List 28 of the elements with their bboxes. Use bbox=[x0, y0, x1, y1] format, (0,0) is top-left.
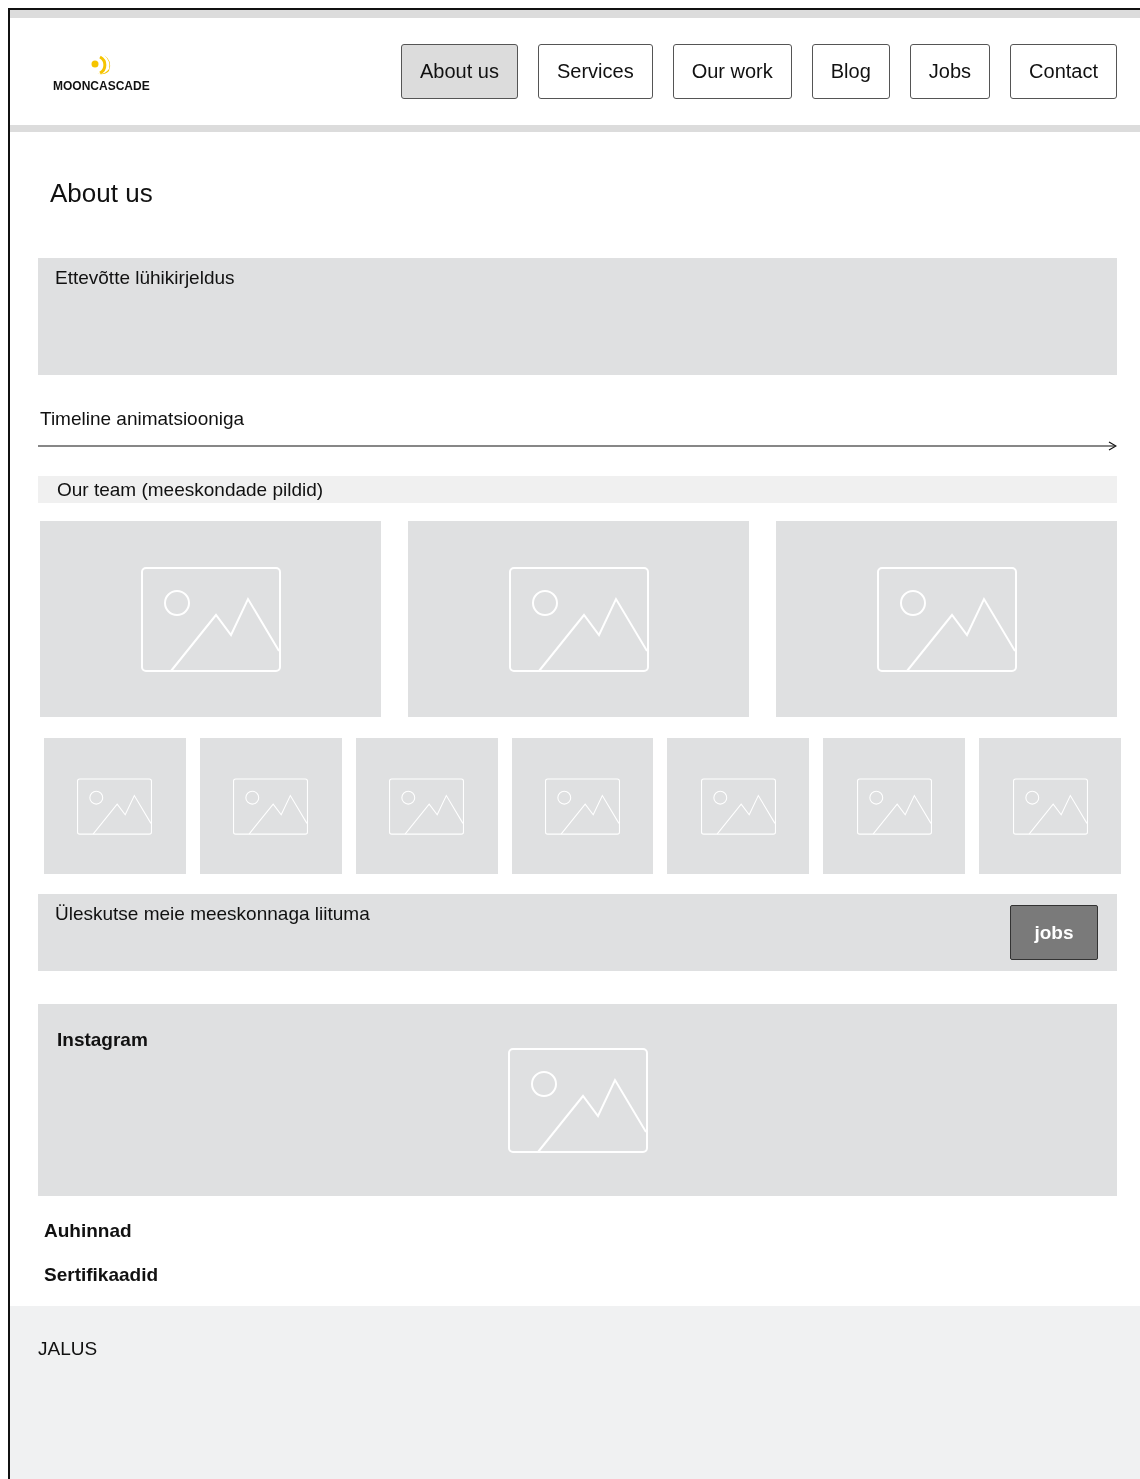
image-placeholder-icon bbox=[508, 566, 649, 672]
nav-button[interactable]: Services bbox=[537, 44, 653, 99]
image-placeholder-icon bbox=[508, 1048, 648, 1153]
image-placeholder-icon bbox=[700, 777, 776, 835]
image-placeholder-icon bbox=[389, 777, 465, 835]
certificates-heading: Sertifikaadid bbox=[44, 1264, 160, 1286]
footer-text: JALUS bbox=[38, 1338, 98, 1359]
image-placeholder-icon bbox=[545, 777, 620, 835]
instagram-heading: Instagram bbox=[57, 1029, 148, 1052]
team-heading: Our team (meeskondade pildid) bbox=[38, 476, 1117, 503]
intro-text: Ettevõtte lühikirjeldus bbox=[55, 267, 235, 290]
image-placeholder-icon bbox=[1012, 777, 1088, 835]
image-placeholder-icon bbox=[876, 566, 1017, 672]
image-placeholder-icon bbox=[140, 566, 281, 672]
nav-button[interactable]: About us bbox=[401, 44, 518, 99]
nav-button[interactable]: Jobs bbox=[909, 44, 991, 99]
awards-heading: Auhinnad bbox=[44, 1220, 133, 1242]
image-placeholder-icon bbox=[233, 777, 309, 835]
image-placeholder-icon bbox=[856, 777, 932, 835]
nav-button[interactable]: Our work bbox=[672, 44, 792, 99]
nav-button[interactable]: Contact bbox=[1010, 44, 1117, 99]
image-placeholder-icon bbox=[77, 777, 153, 835]
join-text: Üleskutse meie meeskonnaga liituma bbox=[55, 903, 370, 926]
nav-button[interactable]: Blog bbox=[811, 44, 890, 99]
logo-text: MOONCASCADE bbox=[53, 78, 150, 93]
page-title: About us bbox=[50, 178, 154, 209]
jobs-button[interactable]: jobs bbox=[1010, 905, 1098, 960]
timeline-label: Timeline animatsiooniga bbox=[40, 408, 246, 430]
